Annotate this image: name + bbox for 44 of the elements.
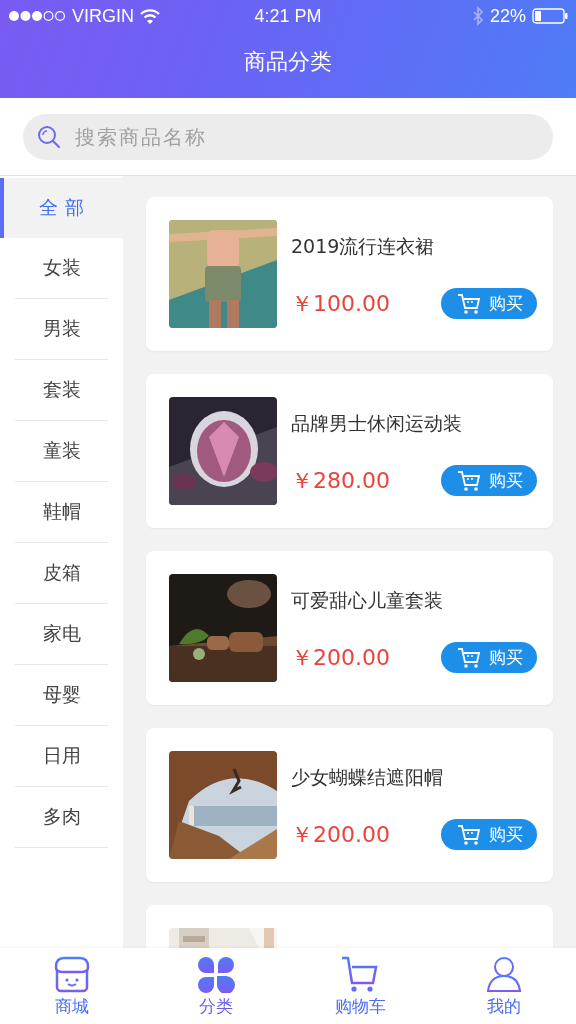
- product-price: ￥280.00: [291, 466, 390, 495]
- cart-icon: [340, 954, 380, 993]
- product-name: 少女蝴蝶结遮阳帽: [291, 765, 444, 790]
- tab-item[interactable]: 购物车: [288, 948, 432, 1024]
- person-icon: [484, 954, 524, 993]
- product-price: ￥100.00: [291, 289, 390, 318]
- status-time: 4:21 PM: [254, 5, 322, 27]
- product-card[interactable]: 可爱甜心儿童套装 ￥200.00 购买: [146, 551, 553, 705]
- product-card[interactable]: 少女蝴蝶结遮阳帽 ￥200.00 购买: [146, 728, 553, 882]
- shop-icon: [52, 954, 92, 993]
- battery-icon: [532, 8, 568, 24]
- carrier-name: VIRGIN: [72, 5, 134, 27]
- cart-icon: [457, 646, 481, 669]
- category-item[interactable]: 家电: [15, 604, 108, 665]
- battery-percent: 22%: [489, 5, 526, 27]
- category-item[interactable]: 多肉: [15, 787, 108, 848]
- product-price: ￥200.00: [291, 643, 390, 672]
- product-price: ￥200.00: [291, 820, 390, 849]
- tab-item[interactable]: 商城: [0, 948, 144, 1024]
- product-card[interactable]: 品牌男士休闲运动装 ￥280.00 购买: [146, 374, 553, 528]
- category-item[interactable]: 全 部: [0, 178, 123, 238]
- category-item[interactable]: 母婴: [15, 665, 108, 726]
- page-title: 商品分类: [243, 48, 333, 76]
- wifi-icon: [140, 8, 160, 24]
- signal-icon: [8, 10, 66, 22]
- bluetooth-icon: [471, 6, 484, 26]
- tab-item[interactable]: 分类: [144, 948, 288, 1024]
- category-item[interactable]: 日用: [15, 726, 108, 787]
- category-item[interactable]: 童装: [15, 421, 108, 482]
- category-item[interactable]: 皮箱: [15, 543, 108, 604]
- category-item[interactable]: 套装: [15, 360, 108, 421]
- product-name: 2019流行连衣裙: [291, 234, 436, 259]
- product-name: 品牌男士休闲运动装: [291, 411, 463, 436]
- search-field[interactable]: 搜索商品名称: [23, 113, 553, 160]
- tab-item[interactable]: 我的: [432, 948, 576, 1024]
- product-card[interactable]: 2019流行连衣裙 ￥100.00 购买: [146, 197, 553, 351]
- clover-icon: [196, 954, 236, 993]
- category-item[interactable]: 女装: [15, 238, 108, 299]
- cart-icon: [457, 469, 481, 492]
- category-item[interactable]: 鞋帽: [15, 482, 108, 543]
- product-name: 可爱甜心儿童套装: [291, 588, 444, 613]
- cart-icon: [457, 823, 481, 846]
- cart-icon: [457, 292, 481, 315]
- category-item[interactable]: 男装: [15, 299, 108, 360]
